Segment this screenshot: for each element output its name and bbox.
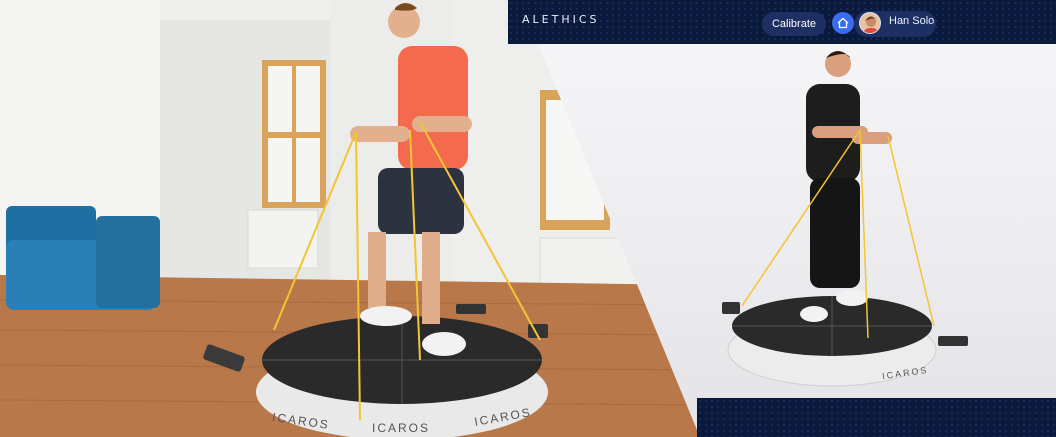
app-window: ICAROS ICAROS ICAROS ICAROS ALETHICS Cal… (0, 0, 1056, 437)
pattern-overlay (697, 398, 1056, 437)
blue-sofa (6, 206, 160, 310)
home-button[interactable] (832, 12, 854, 34)
brand-logo: ALETHICS (522, 13, 600, 26)
bottom-pattern-bar (697, 398, 1056, 437)
top-navigation-bar: ALETHICS Calibrate Han Solo (508, 0, 1056, 44)
user-name: Han Solo (889, 15, 935, 27)
home-icon (837, 17, 849, 29)
left-platform-label-2: ICAROS (372, 421, 431, 435)
calibrate-button[interactable]: Calibrate (762, 12, 826, 36)
avatar[interactable] (859, 12, 881, 34)
